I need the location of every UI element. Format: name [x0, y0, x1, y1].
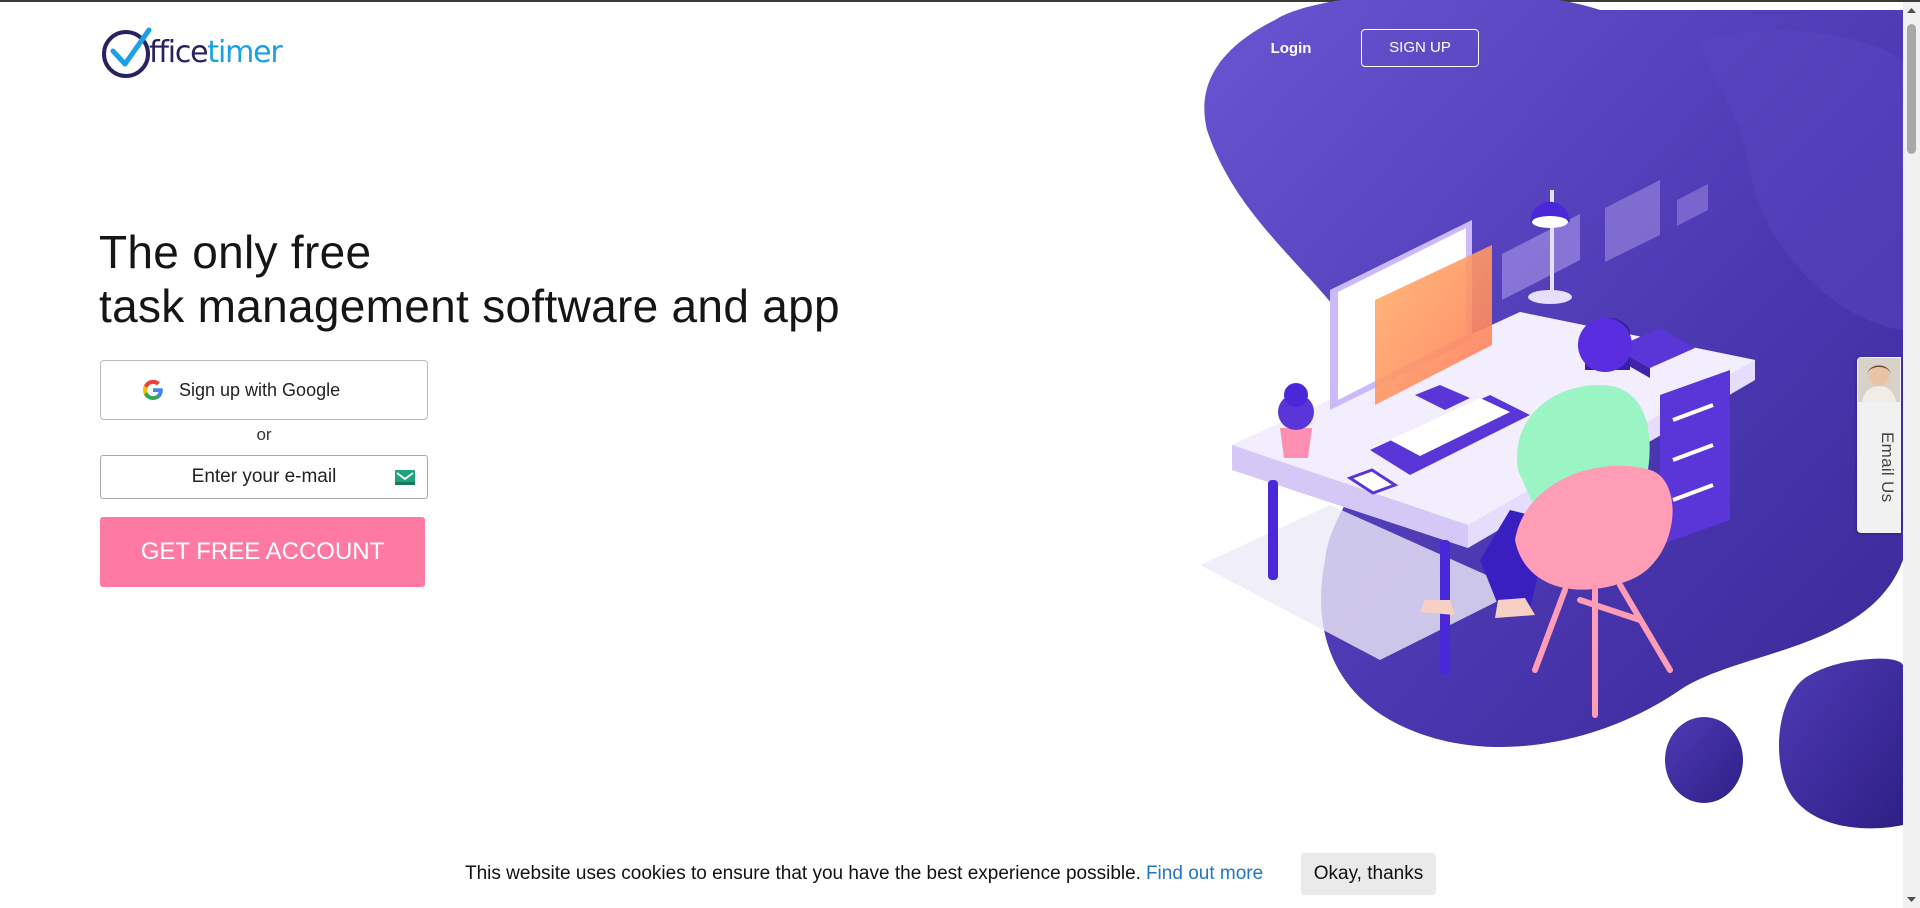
cookie-accept-button[interactable]: Okay, thanks: [1301, 853, 1436, 895]
cookie-text: This website uses cookies to ensure that…: [465, 863, 1141, 884]
mail-icon: [395, 470, 415, 485]
google-signup-button[interactable]: Sign up with Google: [100, 360, 428, 420]
logo-text-dark: ffice: [149, 34, 209, 70]
logo-wordmark: ffice timer: [149, 34, 283, 70]
email-field-wrapper: [100, 455, 428, 499]
scroll-down-icon[interactable]: [1903, 891, 1920, 908]
page-headline: The only free task management software a…: [99, 225, 840, 333]
officetimer-logo-icon: [102, 27, 152, 78]
find-out-more-link[interactable]: Find out more: [1146, 863, 1263, 884]
google-icon: [143, 379, 163, 400]
headline-line-1: The only free: [99, 226, 372, 278]
google-signup-label: Sign up with Google: [179, 379, 341, 400]
signup-button[interactable]: SIGN UP: [1361, 29, 1479, 67]
hero-illustration: [1200, 0, 1903, 829]
cookie-message: This website uses cookies to ensure that…: [465, 863, 1263, 885]
logo-text-light: timer: [207, 34, 282, 70]
login-link[interactable]: Login: [1263, 36, 1319, 62]
scrollbar-thumb[interactable]: [1907, 24, 1916, 154]
headline-line-2: task management software and app: [99, 280, 840, 332]
officetimer-logo[interactable]: ffice timer: [99, 24, 283, 80]
support-avatar-icon: [1858, 358, 1900, 402]
email-input[interactable]: [101, 456, 427, 498]
cookie-banner: This website uses cookies to ensure that…: [0, 844, 1903, 906]
get-free-account-button[interactable]: GET FREE ACCOUNT: [100, 517, 425, 587]
or-divider: or: [256, 425, 272, 444]
page-scrollbar[interactable]: [1903, 2, 1920, 908]
scroll-up-icon[interactable]: [1903, 2, 1920, 19]
email-us-tab[interactable]: Email Us: [1857, 357, 1901, 533]
email-us-label: Email Us: [1878, 431, 1897, 503]
